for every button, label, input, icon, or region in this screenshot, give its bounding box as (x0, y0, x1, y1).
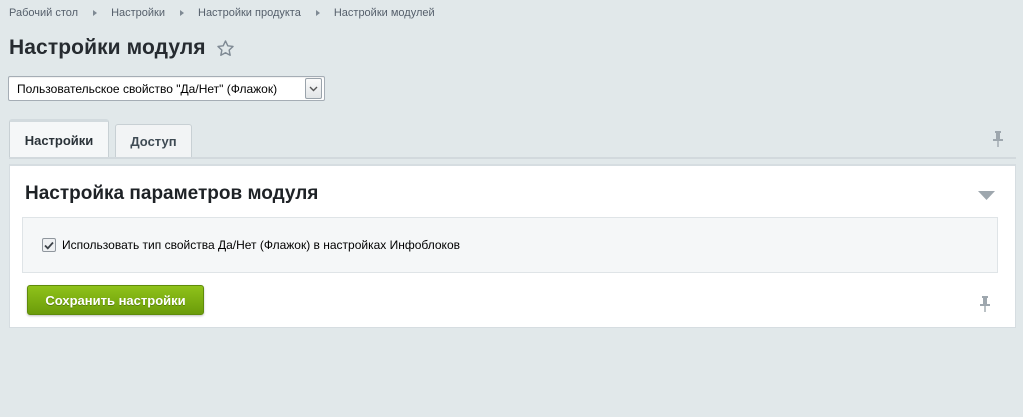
module-select[interactable]: Пользовательское свойство "Да/Нет" (Флаж… (8, 76, 325, 101)
settings-panel: Настройка параметров модуля Использовать… (9, 164, 1016, 328)
breadcrumb-separator-icon (93, 10, 98, 16)
chevron-down-icon[interactable] (305, 78, 322, 99)
use-flag-checkbox-label[interactable]: Использовать тип свойства Да/Нет (Флажок… (62, 238, 460, 252)
page-title-row: Настройки модуля (9, 34, 235, 62)
breadcrumb-separator-icon (315, 10, 320, 16)
save-settings-button[interactable]: Сохранить настройки (27, 285, 204, 315)
use-flag-checkbox[interactable] (42, 238, 56, 252)
pin-icon[interactable] (979, 295, 991, 313)
breadcrumb: Рабочий стол Настройки Настройки продукт… (9, 6, 435, 20)
tab-access[interactable]: Доступ (115, 124, 192, 158)
breadcrumb-item-settings[interactable]: Настройки (111, 7, 165, 19)
options-box: Использовать тип свойства Да/Нет (Флажок… (22, 217, 998, 273)
triangle-down-icon[interactable] (978, 188, 995, 200)
breadcrumb-item-module-settings[interactable]: Настройки модулей (334, 7, 435, 19)
page-title: Настройки модуля (9, 36, 206, 59)
pin-icon[interactable] (992, 130, 1004, 148)
tabs-divider (9, 157, 1016, 159)
section-title: Настройка параметров модуля (25, 183, 319, 204)
tab-bar: Настройки Доступ (9, 119, 1016, 158)
star-icon[interactable] (216, 39, 235, 58)
module-select-value: Пользовательское свойство "Да/Нет" (Флаж… (17, 81, 278, 96)
breadcrumb-separator-icon (180, 10, 184, 16)
breadcrumb-item-product-settings[interactable]: Настройки продукта (198, 7, 301, 19)
tab-settings[interactable]: Настройки (9, 119, 109, 158)
breadcrumb-item-desktop[interactable]: Рабочий стол (9, 7, 78, 19)
check-icon (44, 241, 54, 250)
